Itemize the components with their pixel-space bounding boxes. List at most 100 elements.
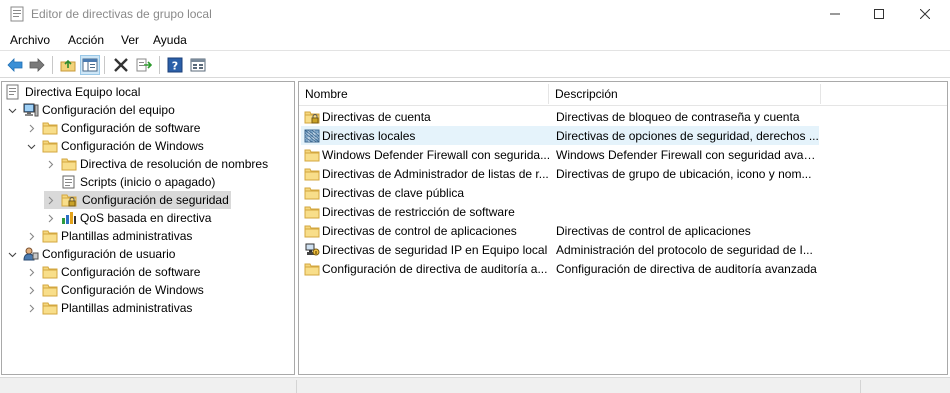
tree-item[interactable]: Configuración de software bbox=[25, 263, 200, 281]
menu-ver[interactable]: Ver bbox=[121, 33, 139, 47]
folder-icon bbox=[304, 148, 320, 162]
list-item-description: Directivas de opciones de seguridad, der… bbox=[556, 128, 819, 143]
back-icon bbox=[7, 58, 23, 72]
toolbar-separator bbox=[52, 56, 53, 74]
menu-archivo[interactable]: Archivo bbox=[10, 33, 50, 47]
list-item-name: Directivas de clave pública bbox=[322, 185, 465, 200]
qos-chart-icon bbox=[61, 211, 77, 225]
chevron-right-icon[interactable] bbox=[25, 230, 37, 242]
tree-root[interactable]: Directiva Equipo local bbox=[6, 83, 140, 101]
folder-icon bbox=[304, 262, 320, 276]
status-bar bbox=[0, 377, 950, 393]
chevron-right-icon[interactable] bbox=[44, 212, 56, 224]
chevron-right-icon[interactable] bbox=[25, 122, 37, 134]
column-divider[interactable] bbox=[820, 84, 821, 104]
folder-icon bbox=[42, 265, 58, 279]
list-item-name: Directivas locales bbox=[322, 128, 416, 143]
close-icon bbox=[920, 9, 930, 19]
forward-icon bbox=[29, 58, 45, 72]
column-divider[interactable] bbox=[548, 84, 549, 104]
list-item-description: Windows Defender Firewall con seguridad … bbox=[556, 147, 819, 162]
close-button[interactable] bbox=[902, 0, 948, 28]
chevron-down-icon[interactable] bbox=[6, 248, 18, 260]
list-item-name: Directivas de restricción de software bbox=[322, 204, 515, 219]
tree-item-label: Plantillas administrativas bbox=[61, 301, 193, 315]
chevron-right-icon[interactable] bbox=[44, 158, 56, 170]
column-header-descripcion[interactable]: Descripción bbox=[555, 87, 618, 101]
properties-button[interactable] bbox=[188, 55, 208, 75]
tree-item[interactable]: Configuración de seguridad bbox=[44, 191, 231, 209]
chevron-right-icon[interactable] bbox=[25, 302, 37, 314]
chevron-right-icon[interactable] bbox=[44, 194, 56, 206]
show-hide-tree-icon bbox=[82, 58, 98, 72]
folder-icon bbox=[61, 157, 77, 171]
policy-document-icon bbox=[6, 84, 22, 100]
list-item-description: Directivas de bloqueo de contraseña y cu… bbox=[556, 109, 800, 124]
list-item[interactable]: Directivas de Administrador de listas de… bbox=[301, 164, 819, 183]
title-bar: Editor de directivas de grupo local bbox=[0, 0, 950, 28]
column-header-nombre[interactable]: Nombre bbox=[305, 87, 348, 101]
export-list-button[interactable] bbox=[134, 55, 154, 75]
tree-item-label: Plantillas administrativas bbox=[61, 229, 193, 243]
menu-accion[interactable]: Acción bbox=[68, 33, 104, 47]
tree-item[interactable]: Scripts (inicio o apagado) bbox=[44, 173, 215, 191]
tree-item-label: Configuración del equipo bbox=[42, 103, 175, 117]
folder-icon bbox=[42, 301, 58, 315]
local-policy-icon bbox=[304, 129, 320, 143]
tree-item-label: Directiva de resolución de nombres bbox=[80, 157, 269, 171]
list-item[interactable]: Configuración de directiva de auditoría … bbox=[301, 259, 819, 278]
tree-item[interactable]: Configuración del equipo bbox=[6, 101, 175, 119]
list-item[interactable]: Directivas de clave pública bbox=[301, 183, 819, 202]
chevron-down-icon[interactable] bbox=[6, 104, 18, 116]
maximize-button[interactable] bbox=[856, 0, 902, 28]
help-button[interactable]: ? bbox=[165, 55, 185, 75]
tree-item[interactable]: Configuración de Windows bbox=[25, 137, 204, 155]
security-folder-icon bbox=[61, 193, 77, 207]
list-item-name: Directivas de Administrador de listas de… bbox=[322, 166, 549, 181]
status-divider bbox=[296, 380, 297, 393]
up-folder-button[interactable] bbox=[58, 55, 78, 75]
list-item[interactable]: Windows Defender Firewall con segurida..… bbox=[301, 145, 819, 164]
status-divider bbox=[860, 380, 861, 393]
list-item-name: Windows Defender Firewall con segurida..… bbox=[322, 147, 551, 162]
list-item[interactable]: Directivas de restricción de software bbox=[301, 202, 819, 221]
tree-item[interactable]: Plantillas administrativas bbox=[25, 227, 192, 245]
properties-icon bbox=[190, 58, 206, 72]
ipsec-icon bbox=[304, 243, 320, 257]
security-folder-icon bbox=[304, 110, 320, 124]
delete-button[interactable] bbox=[111, 55, 131, 75]
tree-item[interactable]: Configuración de Windows bbox=[25, 281, 204, 299]
folder-icon bbox=[42, 139, 58, 153]
tree-item[interactable]: Directiva de resolución de nombres bbox=[44, 155, 268, 173]
tree-item-label: Configuración de Windows bbox=[61, 139, 204, 153]
app-icon bbox=[10, 6, 24, 22]
tree-item[interactable]: Configuración de software bbox=[25, 119, 200, 137]
tree-item-label: Configuración de software bbox=[61, 265, 201, 279]
list-item[interactable]: Directivas locales Directivas de opciones… bbox=[301, 126, 819, 145]
chevron-right-icon[interactable] bbox=[25, 284, 37, 296]
tree-item[interactable]: Plantillas administrativas bbox=[25, 299, 192, 317]
chevron-down-icon[interactable] bbox=[25, 140, 37, 152]
menu-ayuda[interactable]: Ayuda bbox=[153, 33, 187, 47]
gpedit-window: Editor de directivas de grupo local Arch… bbox=[0, 0, 950, 393]
tree-pane: Directiva Equipo local Configuración del… bbox=[1, 81, 295, 375]
list-item[interactable]: Directivas de cuenta Directivas de bloque… bbox=[301, 107, 819, 126]
chevron-right-icon[interactable] bbox=[25, 266, 37, 278]
show-hide-tree-button[interactable] bbox=[80, 55, 100, 75]
minimize-icon bbox=[830, 13, 840, 15]
tree-root-label: Directiva Equipo local bbox=[25, 85, 141, 99]
list-item[interactable]: Directivas de seguridad IP en Equipo loc… bbox=[301, 240, 819, 259]
window-title: Editor de directivas de grupo local bbox=[31, 7, 212, 21]
folder-icon bbox=[304, 186, 320, 200]
minimize-button[interactable] bbox=[812, 0, 858, 28]
list-header: Nombre Descripción bbox=[299, 82, 947, 106]
tree-item-label: Configuración de Windows bbox=[61, 283, 204, 297]
tree-item[interactable]: QoS basada en directiva bbox=[44, 209, 211, 227]
list-item-description: Directivas de grupo de ubicación, icono … bbox=[556, 166, 812, 181]
list-item[interactable]: Directivas de control de aplicaciones Dir… bbox=[301, 221, 819, 240]
forward-button[interactable] bbox=[27, 55, 47, 75]
back-button[interactable] bbox=[5, 55, 25, 75]
tree-item[interactable]: Configuración de usuario bbox=[6, 245, 175, 263]
toolbar-separator bbox=[159, 56, 160, 74]
up-folder-icon bbox=[60, 59, 76, 72]
